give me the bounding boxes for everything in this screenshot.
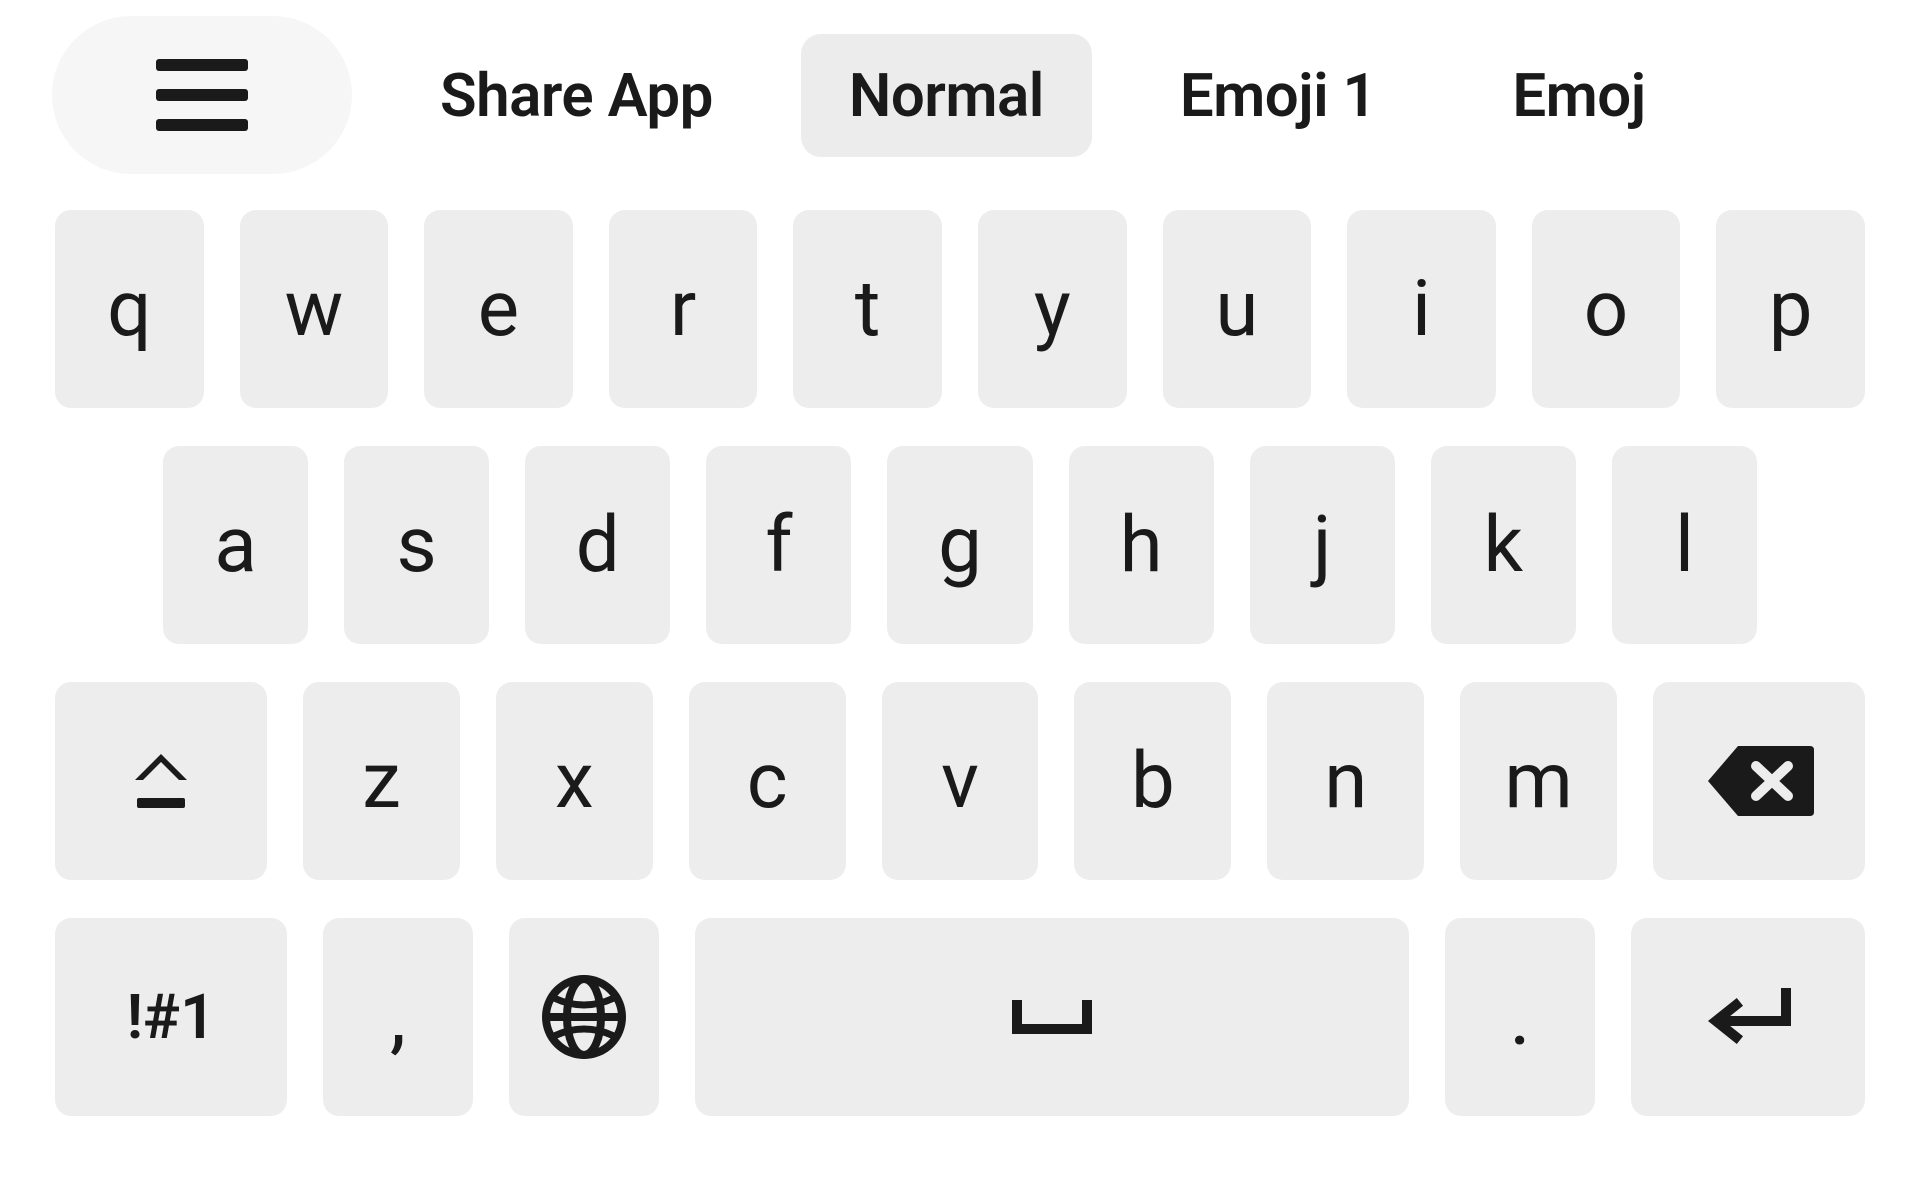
- key-comma[interactable]: ,: [323, 918, 473, 1116]
- tab-emoji-2-truncated[interactable]: Emoj: [1464, 34, 1693, 157]
- keyboard-row-4: !#1 , .: [55, 918, 1865, 1116]
- key-r[interactable]: r: [609, 210, 758, 408]
- key-symbols[interactable]: !#1: [55, 918, 287, 1116]
- key-y[interactable]: y: [978, 210, 1127, 408]
- virtual-keyboard: q w e r t y u i o p a s d f g h j k l z …: [0, 190, 1920, 1156]
- key-q[interactable]: q: [55, 210, 204, 408]
- key-d[interactable]: d: [525, 446, 670, 644]
- key-n[interactable]: n: [1267, 682, 1424, 880]
- key-t[interactable]: t: [793, 210, 942, 408]
- key-p[interactable]: p: [1716, 210, 1865, 408]
- keyboard-row-2: a s d f g h j k l: [55, 446, 1865, 644]
- tab-normal[interactable]: Normal: [801, 34, 1092, 157]
- keyboard-row-1: q w e r t y u i o p: [55, 210, 1865, 408]
- key-space[interactable]: [695, 918, 1409, 1116]
- key-language[interactable]: [509, 918, 659, 1116]
- key-f[interactable]: f: [706, 446, 851, 644]
- globe-icon: [541, 974, 627, 1060]
- key-g[interactable]: g: [887, 446, 1032, 644]
- key-enter[interactable]: [1631, 918, 1865, 1116]
- key-e[interactable]: e: [424, 210, 573, 408]
- key-w[interactable]: w: [240, 210, 389, 408]
- key-l[interactable]: l: [1612, 446, 1757, 644]
- key-v[interactable]: v: [882, 682, 1039, 880]
- menu-button[interactable]: [52, 16, 352, 174]
- key-m[interactable]: m: [1460, 682, 1617, 880]
- backspace-icon: [1704, 742, 1814, 820]
- enter-icon: [1702, 987, 1794, 1047]
- keyboard-row-3: z x c v b n m: [55, 682, 1865, 880]
- top-tab-bar: Share App Normal Emoji 1 Emoj: [0, 0, 1920, 190]
- key-i[interactable]: i: [1347, 210, 1496, 408]
- key-b[interactable]: b: [1074, 682, 1231, 880]
- key-h[interactable]: h: [1069, 446, 1214, 644]
- key-o[interactable]: o: [1532, 210, 1681, 408]
- key-z[interactable]: z: [303, 682, 460, 880]
- key-backspace[interactable]: [1653, 682, 1865, 880]
- hamburger-icon: [156, 59, 248, 131]
- tab-share-app[interactable]: Share App: [392, 34, 761, 157]
- key-x[interactable]: x: [496, 682, 653, 880]
- key-period[interactable]: .: [1445, 918, 1595, 1116]
- tab-emoji-1[interactable]: Emoji 1: [1132, 34, 1425, 157]
- shift-icon: [131, 754, 191, 808]
- key-u[interactable]: u: [1163, 210, 1312, 408]
- space-icon: [1012, 1000, 1092, 1034]
- key-s[interactable]: s: [344, 446, 489, 644]
- key-c[interactable]: c: [689, 682, 846, 880]
- key-j[interactable]: j: [1250, 446, 1395, 644]
- key-shift[interactable]: [55, 682, 267, 880]
- key-k[interactable]: k: [1431, 446, 1576, 644]
- key-a[interactable]: a: [163, 446, 308, 644]
